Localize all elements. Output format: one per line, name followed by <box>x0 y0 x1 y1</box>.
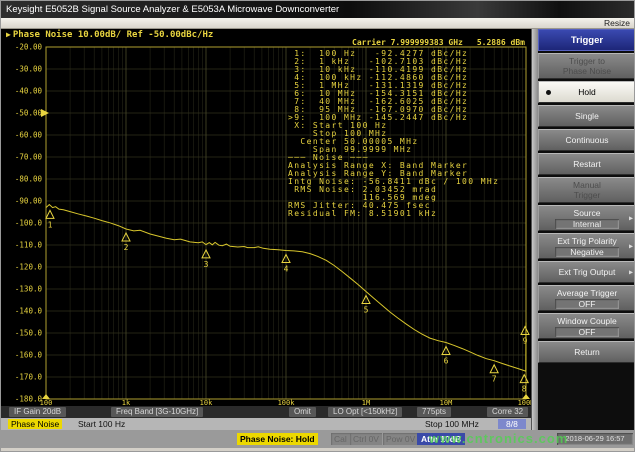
svg-text:-60.00: -60.00 <box>15 131 43 140</box>
softkey-value: Negative <box>555 247 619 257</box>
softkey-label: Trigger <box>574 190 601 200</box>
softkey-average-trigger[interactable]: Average Trigger OFF <box>538 285 635 311</box>
softkey-ext-trig-polarity[interactable]: Ext Trig Polarity Negative <box>538 233 635 259</box>
if-gain-status: IF Gain 20dB <box>9 407 66 417</box>
svg-text:-130.0: -130.0 <box>15 285 43 294</box>
window-bottom-edge <box>1 448 635 452</box>
svg-text:-170.0: -170.0 <box>15 373 43 382</box>
instrument-display: ▶Phase Noise 10.00dB/ Ref -50.00dBc/Hz C… <box>1 29 531 430</box>
svg-text:2: 2 <box>124 243 129 252</box>
softkey-label: Ext Trig Output <box>559 267 616 277</box>
correlation-status: Corre 32 <box>487 407 528 417</box>
softkey-value: OFF <box>555 299 619 309</box>
status-row-sweep: Phase Noise Start 100 Hz Stop 100 MHz 8/… <box>1 418 538 430</box>
svg-text:5: 5 <box>364 305 369 314</box>
svg-text:-160.0: -160.0 <box>15 351 43 360</box>
status-row-instrument: Phase Noise: Hold Cal Ctrl 0V Pow 0V Att… <box>1 430 635 448</box>
window-titlebar: Keysight E5052B Signal Source Analyzer &… <box>1 1 635 18</box>
svg-text:6: 6 <box>444 356 449 365</box>
window-title: Keysight E5052B Signal Source Analyzer &… <box>6 4 339 15</box>
svg-text:10k: 10k <box>200 399 213 406</box>
softkey-menu: Trigger Trigger to Phase Noise Hold Sing… <box>538 29 635 430</box>
svg-text:1M: 1M <box>362 399 370 406</box>
softkey-label: Single <box>575 111 599 121</box>
trigger-state-chip: Phase Noise: Hold <box>237 433 318 445</box>
svg-text:100M: 100M <box>518 399 531 406</box>
softkey-source[interactable]: Source Internal <box>538 205 635 231</box>
sweep-start-label: Start 100 Hz <box>78 419 125 429</box>
softkey-return[interactable]: Return <box>538 341 635 363</box>
softkey-menu-title: Trigger <box>538 29 635 51</box>
softkey-single[interactable]: Single <box>538 105 635 127</box>
svg-text:-70.00: -70.00 <box>15 153 43 162</box>
svg-text:-30.00: -30.00 <box>15 65 43 74</box>
softkey-label: Continuous <box>565 135 608 145</box>
softkey-label: Source <box>574 208 601 218</box>
svg-text:1k: 1k <box>122 399 131 406</box>
svg-text:9: 9 <box>523 337 528 346</box>
app-window: Keysight E5052B Signal Source Analyzer &… <box>0 0 635 452</box>
softkey-manual-trigger: Manual Trigger <box>538 177 635 203</box>
svg-text:3: 3 <box>204 260 209 269</box>
marker-readout-table: 1: 100 Hz -92.4277 dBc/Hz 2: 1 kHz -102.… <box>288 50 499 218</box>
svg-text:-140.0: -140.0 <box>15 307 43 316</box>
softkey-trigger-to-phase-noise: Trigger to Phase Noise <box>538 53 635 79</box>
svg-text:100k: 100k <box>278 399 296 406</box>
svg-text:-110.0: -110.0 <box>15 241 43 250</box>
softkey-value: OFF <box>555 327 619 337</box>
softkey-label: Average Trigger <box>557 288 617 298</box>
softkey-restart[interactable]: Restart <box>538 153 635 175</box>
measurement-tab-chip[interactable]: Phase Noise <box>8 419 62 429</box>
svg-text:1: 1 <box>48 220 53 229</box>
svg-text:-90.00: -90.00 <box>15 197 43 206</box>
svg-text:-100.0: -100.0 <box>15 219 43 228</box>
screen-menu-splitter <box>531 29 538 430</box>
svg-text:8: 8 <box>522 385 527 394</box>
svg-text:10M: 10M <box>440 399 453 406</box>
points-status: 775pts <box>417 407 451 417</box>
svg-text:-180.0: -180.0 <box>15 395 43 404</box>
softkey-value: Internal <box>555 219 619 229</box>
watermark-text: www.cntronics.com <box>429 431 634 446</box>
svg-text:-40.00: -40.00 <box>15 87 43 96</box>
softkey-label: Return <box>574 347 600 357</box>
softkey-label: Hold <box>578 87 595 97</box>
sweep-stop-label: Stop 100 MHz <box>425 419 479 429</box>
softkey-label: Phase Noise <box>563 66 611 76</box>
softkey-window-couple[interactable]: Window Couple OFF <box>538 313 635 339</box>
softkey-label: Manual <box>573 180 601 190</box>
selected-bullet-icon <box>546 90 551 95</box>
svg-text:-50.00: -50.00 <box>15 109 43 118</box>
cal-status: Cal <box>331 433 350 445</box>
svg-text:100: 100 <box>40 399 53 406</box>
lo-opt-status: LO Opt [<150kHz] <box>328 407 402 417</box>
softkey-continuous[interactable]: Continuous <box>538 129 635 151</box>
svg-text:7: 7 <box>492 375 497 384</box>
softkey-label: Trigger to <box>569 56 605 66</box>
softkey-label: Window Couple <box>557 316 617 326</box>
svg-text:-150.0: -150.0 <box>15 329 43 338</box>
softkey-label: Restart <box>573 159 600 169</box>
pow-status: Pow 0V <box>383 433 418 445</box>
svg-text:-120.0: -120.0 <box>15 263 43 272</box>
svg-text:-20.00: -20.00 <box>15 43 43 52</box>
svg-text:-80.00: -80.00 <box>15 175 43 184</box>
window-menubar: Resize <box>1 18 635 29</box>
resize-menu-item[interactable]: Resize <box>604 18 630 28</box>
freq-band-status: Freq Band [3G-10GHz] <box>111 407 203 417</box>
softkey-ext-trig-output[interactable]: Ext Trig Output <box>538 261 635 283</box>
svg-text:4: 4 <box>284 264 289 273</box>
softkey-label: Ext Trig Polarity <box>557 236 617 246</box>
status-row-measurement: IF Gain 20dB Freq Band [3G-10GHz] Omit L… <box>1 406 538 418</box>
omit-status: Omit <box>289 407 316 417</box>
ctrl-status: Ctrl 0V <box>350 433 382 445</box>
softkey-hold[interactable]: Hold <box>538 81 635 103</box>
page-indicator: 8/8 <box>498 419 526 429</box>
